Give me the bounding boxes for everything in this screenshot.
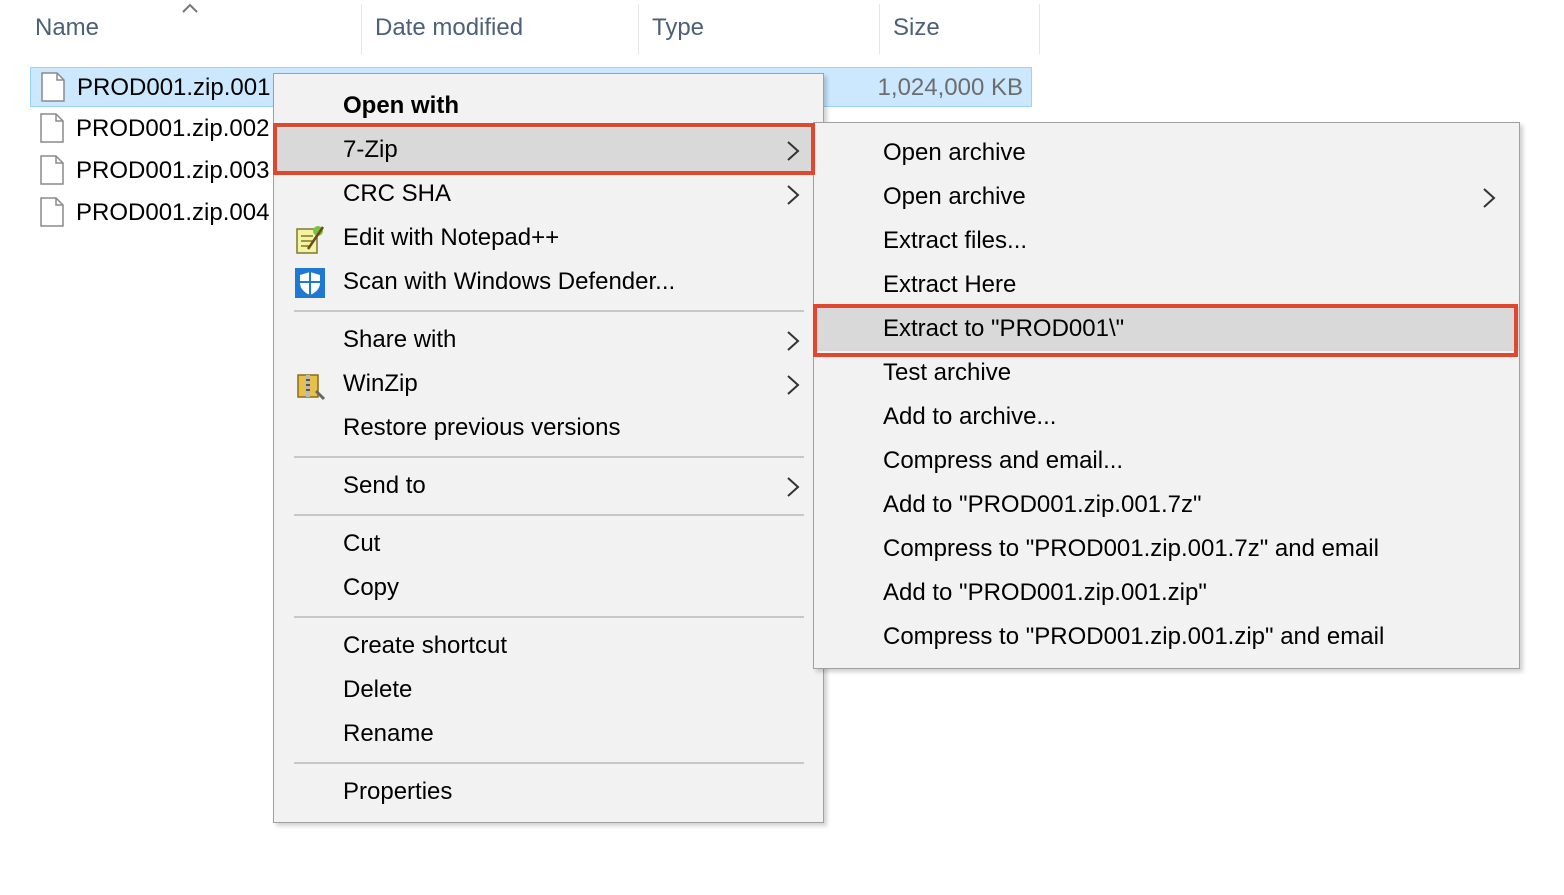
- menu-item-delete[interactable]: Delete: [274, 668, 823, 712]
- sort-ascending-icon: [182, 3, 198, 13]
- submenu-item-extract-here[interactable]: Extract Here: [814, 263, 1519, 307]
- submenu-item-label: Compress to "PROD001.zip.001.7z" and ema…: [883, 535, 1379, 562]
- submenu-item-compress-7z-email[interactable]: Compress to "PROD001.zip.001.7z" and ema…: [814, 527, 1519, 571]
- menu-separator: [294, 514, 804, 516]
- submenu-item-compress-and-email[interactable]: Compress and email...: [814, 439, 1519, 483]
- file-size: 1,024,000 KB: [877, 74, 1023, 101]
- submenu-item-extract-files[interactable]: Extract files...: [814, 219, 1519, 263]
- file-icon: [40, 113, 64, 143]
- column-header-size-label: Size: [893, 14, 940, 41]
- chevron-right-icon: [787, 331, 800, 351]
- menu-item-send-to-label: Send to: [343, 472, 426, 499]
- menu-item-share-with-label: Share with: [343, 326, 457, 353]
- menu-item-winzip[interactable]: WinZip: [274, 362, 823, 406]
- menu-separator: [294, 456, 804, 458]
- highlight-box-extract-to: [813, 304, 1518, 357]
- menu-item-properties-label: Properties: [343, 778, 453, 805]
- menu-item-edit-notepad[interactable]: Edit with Notepad++: [274, 216, 823, 260]
- menu-item-create-shortcut-label: Create shortcut: [343, 632, 508, 659]
- menu-item-properties[interactable]: Properties: [274, 770, 823, 814]
- column-header-name-label: Name: [35, 14, 100, 41]
- file-row[interactable]: PROD001.zip.003: [30, 151, 270, 191]
- menu-item-send-to[interactable]: Send to: [274, 464, 823, 508]
- chevron-right-icon: [787, 477, 800, 497]
- column-divider[interactable]: [1039, 4, 1040, 54]
- windows-defender-shield-icon: [295, 268, 325, 298]
- winzip-icon: [297, 374, 326, 401]
- submenu-item-test-archive[interactable]: Test archive: [814, 351, 1519, 395]
- menu-item-restore-previous[interactable]: Restore previous versions: [274, 406, 823, 450]
- menu-separator: [294, 762, 804, 764]
- menu-item-open-with-label: Open with: [343, 92, 459, 119]
- menu-item-delete-label: Delete: [343, 676, 413, 703]
- menu-separator: [294, 310, 804, 312]
- menu-item-copy-label: Copy: [343, 574, 400, 601]
- highlight-box-7zip: [273, 123, 815, 175]
- submenu-item-label: Extract Here: [883, 271, 1017, 298]
- submenu-7zip: Open archive Open archive Extract files.…: [813, 122, 1520, 669]
- chevron-right-icon: [787, 185, 800, 205]
- submenu-item-label: Extract files...: [883, 227, 1028, 254]
- menu-item-crc-sha[interactable]: CRC SHA: [274, 172, 823, 216]
- file-icon: [40, 197, 64, 227]
- menu-item-restore-previous-label: Restore previous versions: [343, 414, 621, 441]
- file-name: PROD001.zip.002: [76, 115, 270, 142]
- menu-item-create-shortcut[interactable]: Create shortcut: [274, 624, 823, 668]
- submenu-item-label: Compress to "PROD001.zip.001.zip" and em…: [883, 623, 1385, 650]
- chevron-right-icon: [787, 375, 800, 395]
- menu-item-open-with[interactable]: Open with: [274, 84, 823, 128]
- file-row[interactable]: PROD001.zip.002: [30, 109, 270, 149]
- file-icon: [41, 72, 65, 102]
- file-name: PROD001.zip.004: [76, 199, 270, 226]
- file-icon: [40, 155, 64, 185]
- submenu-item-label: Open archive: [883, 183, 1026, 210]
- submenu-item-add-to-zip[interactable]: Add to "PROD001.zip.001.zip": [814, 571, 1519, 615]
- column-header-type[interactable]: Type: [638, 0, 879, 56]
- submenu-item-add-to-7z[interactable]: Add to "PROD001.zip.001.7z": [814, 483, 1519, 527]
- menu-item-cut[interactable]: Cut: [274, 522, 823, 566]
- submenu-item-compress-zip-email[interactable]: Compress to "PROD001.zip.001.zip" and em…: [814, 615, 1519, 659]
- context-menu: Open with 7-Zip CRC SHA Edit with Notepa…: [273, 73, 824, 823]
- chevron-right-icon: [1483, 188, 1496, 208]
- column-header-date-modified[interactable]: Date modified: [361, 0, 639, 56]
- menu-item-crc-sha-label: CRC SHA: [343, 180, 452, 207]
- menu-item-scan-defender[interactable]: Scan with Windows Defender...: [274, 260, 823, 304]
- column-header-size[interactable]: Size: [879, 0, 1040, 56]
- menu-item-scan-defender-label: Scan with Windows Defender...: [343, 268, 676, 295]
- menu-item-cut-label: Cut: [343, 530, 381, 557]
- submenu-item-label: Test archive: [883, 359, 1012, 386]
- submenu-item-label: Add to "PROD001.zip.001.7z": [883, 491, 1202, 518]
- submenu-item-add-to-archive[interactable]: Add to archive...: [814, 395, 1519, 439]
- menu-item-rename[interactable]: Rename: [274, 712, 823, 756]
- file-name: PROD001.zip.001: [77, 74, 271, 101]
- file-row[interactable]: PROD001.zip.004: [30, 193, 270, 233]
- file-name: PROD001.zip.003: [76, 157, 270, 184]
- menu-item-share-with[interactable]: Share with: [274, 318, 823, 362]
- submenu-item-label: Add to "PROD001.zip.001.zip": [883, 579, 1207, 606]
- menu-separator: [294, 616, 804, 618]
- notepad-plus-plus-icon: [296, 226, 325, 254]
- submenu-item-label: Open archive: [883, 139, 1026, 166]
- menu-item-winzip-label: WinZip: [343, 370, 418, 397]
- menu-item-rename-label: Rename: [343, 720, 434, 747]
- submenu-item-open-archive-more[interactable]: Open archive: [814, 175, 1519, 219]
- submenu-item-label: Add to archive...: [883, 403, 1057, 430]
- submenu-item-label: Compress and email...: [883, 447, 1124, 474]
- menu-item-copy[interactable]: Copy: [274, 566, 823, 610]
- submenu-item-open-archive[interactable]: Open archive: [814, 131, 1519, 175]
- menu-item-edit-notepad-label: Edit with Notepad++: [343, 224, 560, 251]
- column-header-date-modified-label: Date modified: [375, 14, 524, 41]
- column-header-type-label: Type: [652, 14, 705, 41]
